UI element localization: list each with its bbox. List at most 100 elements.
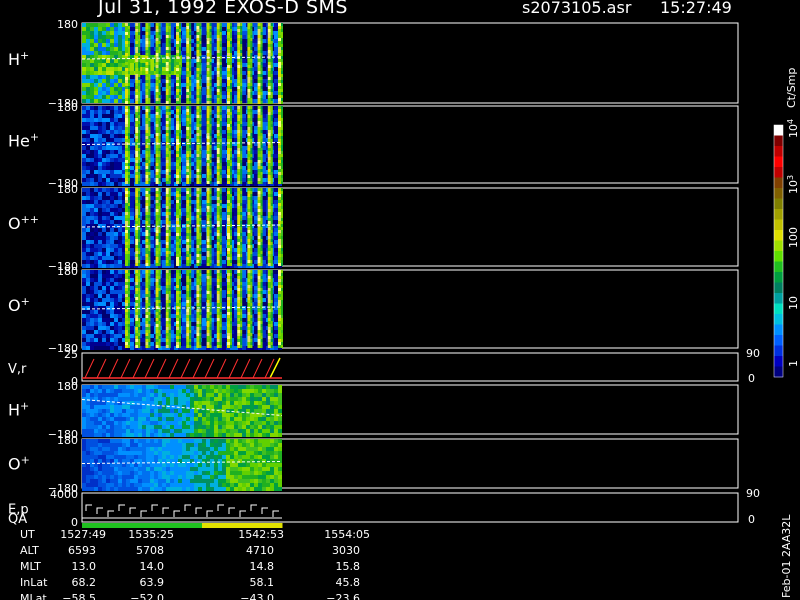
spin-stripe-edge — [168, 257, 171, 260]
spin-stripe — [216, 115, 220, 118]
heatmap-cell — [130, 174, 134, 178]
heatmap-cell — [90, 126, 94, 130]
heatmap-cell — [118, 154, 122, 158]
spin-stripe — [247, 145, 251, 148]
heatmap-cell — [118, 106, 122, 110]
heatmap-cell — [110, 91, 114, 95]
spin-stripe — [237, 133, 241, 136]
spin-stripe — [145, 115, 149, 118]
spin-stripe-edge — [179, 191, 181, 194]
spin-stripe — [125, 263, 128, 266]
heatmap-cell — [222, 55, 226, 59]
heatmap-cell — [114, 212, 118, 216]
spin-stripe-edge — [270, 62, 273, 65]
spin-stripe-edge — [219, 178, 222, 181]
spin-stripe-edge — [148, 83, 151, 86]
spin-stripe — [165, 68, 169, 71]
spin-stripe-edge — [219, 86, 222, 89]
heatmap-cell — [202, 138, 206, 142]
heatmap-cell — [110, 99, 114, 103]
spin-stripe — [227, 172, 230, 175]
heatmap-cell — [110, 264, 114, 268]
spin-stripe — [267, 145, 271, 148]
spin-stripe — [186, 101, 190, 104]
spin-stripe-edge — [281, 115, 283, 118]
heatmap-cell — [82, 252, 86, 256]
heatmap-cell — [86, 208, 90, 212]
spin-stripe — [145, 172, 149, 175]
heatmap-cell — [110, 23, 114, 27]
spin-stripe — [155, 181, 159, 184]
heatmap-cell — [222, 170, 226, 174]
heatmap-cell — [102, 158, 106, 162]
spin-stripe-edge — [270, 160, 273, 163]
heatmap-cell — [150, 134, 154, 138]
spin-stripe — [278, 139, 281, 142]
heatmap-cell — [86, 67, 90, 71]
spin-stripe — [145, 178, 149, 181]
spin-stripe-edge — [219, 29, 222, 32]
spin-stripe — [196, 163, 200, 166]
spin-stripe-edge — [209, 166, 212, 169]
heatmap-cell — [82, 174, 86, 178]
spin-stripe-edge — [209, 47, 212, 50]
heatmap-cell — [90, 43, 94, 47]
spin-stripe — [165, 139, 169, 142]
heatmap-cell — [114, 162, 118, 166]
spin-stripe — [247, 53, 251, 56]
heatmap-cell — [86, 47, 90, 51]
spin-stripe-edge — [168, 242, 171, 245]
spin-stripe — [176, 178, 179, 181]
spin-stripe-edge — [138, 41, 141, 44]
heatmap-cell — [94, 114, 98, 118]
spin-stripe — [165, 251, 169, 254]
heatmap-cell — [202, 158, 206, 162]
spin-stripe — [278, 145, 281, 148]
spin-stripe — [227, 26, 230, 29]
spin-stripe — [237, 163, 241, 166]
heatmap-cell — [162, 35, 166, 39]
heatmap-cell — [254, 83, 258, 87]
heatmap-cell — [114, 188, 118, 192]
heatmap-cell — [150, 260, 154, 264]
spin-stripe-edge — [189, 38, 192, 41]
spin-stripe-edge — [260, 172, 263, 175]
spin-stripe — [227, 121, 230, 124]
spin-stripe-edge — [158, 53, 161, 56]
heatmap-cell — [110, 200, 114, 204]
spin-stripe — [227, 35, 230, 38]
spin-stripe-edge — [138, 215, 141, 218]
spin-stripe-edge — [138, 124, 141, 127]
heatmap-cell — [90, 67, 94, 71]
spin-stripe-edge — [281, 136, 283, 139]
heatmap-cell — [130, 87, 134, 91]
spin-stripe-edge — [138, 101, 141, 104]
spin-stripe — [206, 98, 210, 101]
spin-stripe-edge — [179, 227, 181, 230]
spin-stripe — [125, 59, 128, 62]
heatmap-cell — [130, 232, 134, 236]
spin-stripe — [176, 86, 179, 89]
spin-stripe-edge — [158, 44, 161, 47]
heatmap-cell — [102, 87, 106, 91]
spin-stripe-edge — [270, 157, 273, 160]
spin-stripe-edge — [240, 139, 243, 142]
spin-stripe-edge — [219, 133, 222, 136]
spin-stripe-edge — [168, 86, 171, 89]
spin-stripe — [206, 47, 210, 50]
heatmap-cell — [118, 244, 122, 248]
spin-stripe-edge — [250, 65, 253, 68]
heatmap-cell — [242, 67, 246, 71]
spin-stripe-edge — [219, 65, 222, 68]
heatmap-cell — [82, 114, 86, 118]
spin-stripe-edge — [230, 154, 232, 157]
heatmap-cell — [114, 106, 118, 110]
heatmap-cell — [90, 31, 94, 35]
spin-stripe-edge — [168, 200, 171, 203]
heatmap-cell — [202, 43, 206, 47]
spin-stripe — [135, 23, 139, 26]
spin-stripe-edge — [250, 148, 253, 151]
spin-stripe — [247, 112, 251, 115]
heatmap-cell — [90, 248, 94, 252]
spin-stripe — [206, 106, 210, 109]
